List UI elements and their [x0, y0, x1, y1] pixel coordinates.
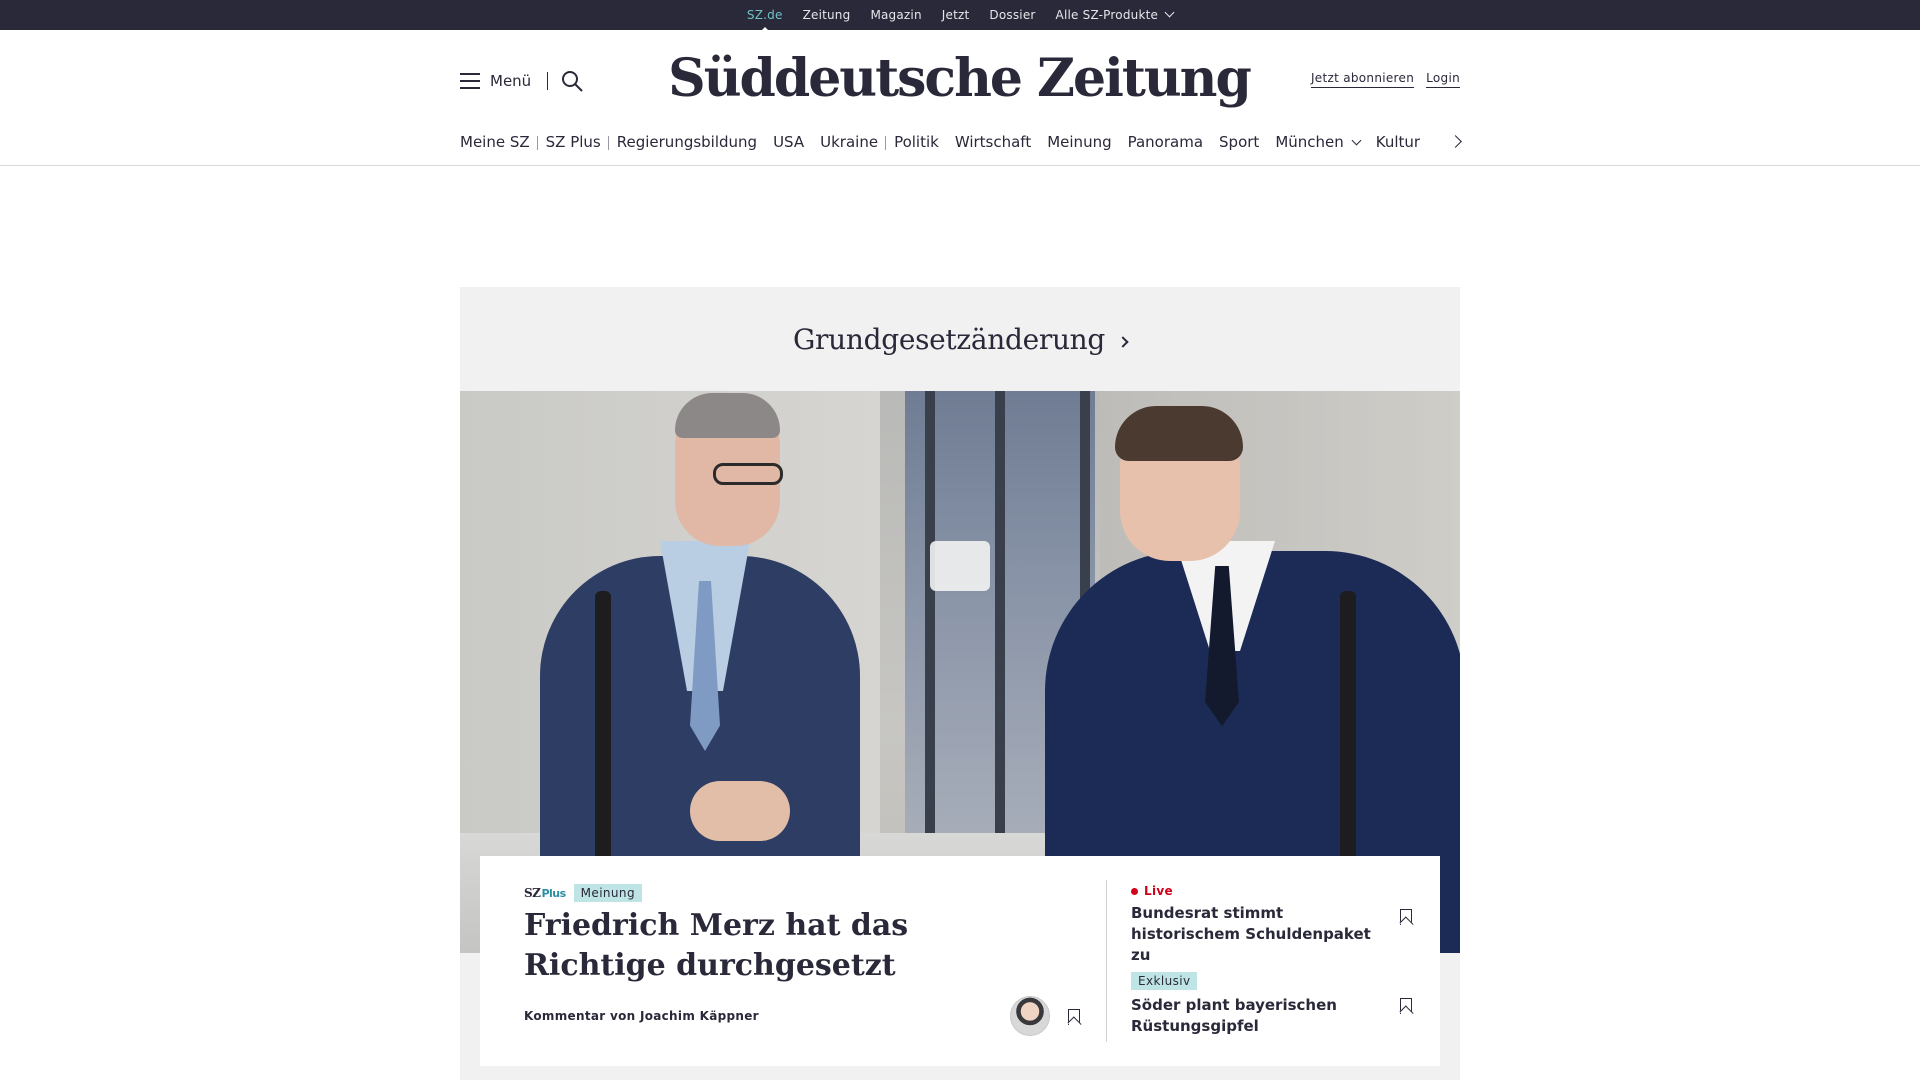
topic-link[interactable]: Grundgesetzänderung — [792, 322, 1129, 356]
topic-header: Grundgesetzänderung — [460, 287, 1460, 391]
nav-item-muenchen-label: München — [1275, 133, 1344, 151]
topbar-item-magazin[interactable]: Magazin — [870, 8, 921, 22]
side-article-title[interactable]: Söder plant bayerischen Rüstungsgipfel — [1131, 995, 1371, 1037]
site-logo-text: Süddeutsche Zeitung — [668, 48, 1252, 109]
nav-item-panorama[interactable]: Panorama — [1120, 133, 1211, 151]
account-links: Jetzt abonnieren Login — [1310, 71, 1460, 88]
exclusive-badge: Exklusiv — [1131, 972, 1198, 990]
category-tag: Meinung — [573, 884, 642, 902]
topbar-item-jetzt[interactable]: Jetzt — [942, 8, 970, 22]
sz-plus-brand: SZ — [524, 886, 541, 900]
chevron-down-icon — [1351, 135, 1362, 146]
lead-headline[interactable]: Friedrich Merz hat das Richtige durchges… — [524, 906, 1044, 986]
side-article-2[interactable]: Exklusiv Söder plant bayerischen Rüstung… — [1131, 970, 1371, 1037]
topic-label: Grundgesetzänderung — [792, 322, 1106, 356]
topbar-item-alle-produkte-label: Alle SZ-Produkte — [1055, 8, 1159, 22]
nav-item-kultur[interactable]: Kultur — [1368, 133, 1428, 151]
live-label: Live — [1144, 884, 1173, 898]
sz-plus-badge: SZPlus — [524, 886, 566, 900]
topbar-item-alle-produkte[interactable]: Alle SZ-Produkte — [1055, 7, 1175, 22]
chevron-down-icon — [1164, 7, 1175, 18]
login-link[interactable]: Login — [1426, 71, 1460, 88]
subscribe-link[interactable]: Jetzt abonnieren — [1310, 71, 1415, 88]
main-nav: Meine SZ SZ Plus Regierungsbildung USA U… — [460, 130, 1460, 154]
sz-plus-suffix: Plus — [541, 887, 566, 900]
nav-item-ukraine[interactable]: Ukraine — [812, 133, 887, 151]
topbar-item-szde[interactable]: SZ.de — [747, 8, 783, 33]
nav-item-wirtschaft[interactable]: Wirtschaft — [947, 133, 1039, 151]
nav-item-sz-plus[interactable]: SZ Plus — [538, 133, 609, 151]
card-divider — [1106, 880, 1107, 1042]
side-article-title[interactable]: Bundesrat stimmt historischem Schuldenpa… — [1131, 903, 1371, 966]
nav-item-regierungsbildung[interactable]: Regierungsbildung — [609, 133, 765, 151]
live-badge: Live — [1131, 884, 1371, 898]
top-bar: SZ.de Zeitung Magazin Jetzt Dossier Alle… — [0, 0, 1920, 33]
byline: Kommentar von Joachim Käppner — [524, 1009, 759, 1023]
topbar-item-dossier[interactable]: Dossier — [989, 8, 1035, 22]
chevron-right-icon[interactable] — [1450, 133, 1464, 151]
article-badges: SZPlus Meinung — [524, 884, 642, 902]
chevron-right-icon — [1117, 335, 1129, 348]
lead-article-card: SZPlus Meinung Friedrich Merz hat das Ri… — [480, 856, 1440, 1066]
topbar-item-zeitung[interactable]: Zeitung — [803, 8, 851, 22]
live-dot-icon — [1131, 887, 1138, 895]
nav-item-meine-sz[interactable]: Meine SZ — [460, 133, 538, 151]
bookmark-icon[interactable] — [1068, 1009, 1080, 1025]
bookmark-icon[interactable] — [1400, 998, 1412, 1014]
site-logo[interactable]: Süddeutsche Zeitung — [0, 48, 1920, 109]
side-article-1[interactable]: Live Bundesrat stimmt historischem Schul… — [1131, 884, 1371, 966]
site-header: Menü Süddeutsche Zeitung Jetzt abonniere… — [0, 30, 1920, 166]
nav-item-meinung[interactable]: Meinung — [1039, 133, 1119, 151]
author-avatar — [1010, 996, 1050, 1036]
nav-item-usa[interactable]: USA — [765, 133, 812, 151]
bookmark-icon[interactable] — [1400, 909, 1412, 925]
nav-item-muenchen[interactable]: München — [1267, 133, 1367, 151]
nav-item-sport[interactable]: Sport — [1211, 133, 1267, 151]
top-bar-nav: SZ.de Zeitung Magazin Jetzt Dossier Alle… — [0, 0, 1920, 33]
nav-item-politik[interactable]: Politik — [886, 133, 947, 151]
